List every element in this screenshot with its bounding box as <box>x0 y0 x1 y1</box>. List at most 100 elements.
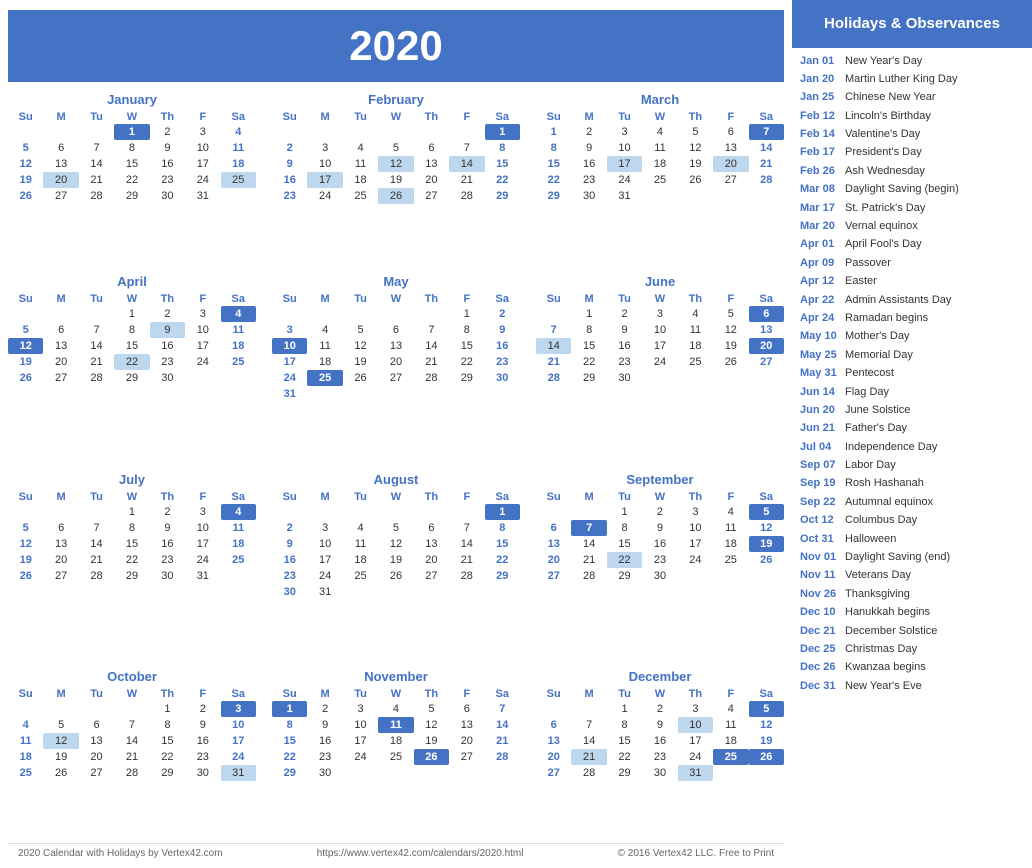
calendar-day: 7 <box>571 520 606 536</box>
calendar-day: 30 <box>185 765 220 781</box>
calendar-day <box>79 504 114 520</box>
calendar-day: 13 <box>414 536 449 552</box>
calendar-day: 4 <box>713 504 748 520</box>
calendar-day <box>79 124 114 140</box>
footer-left: 2020 Calendar with Holidays by Vertex42.… <box>18 848 223 859</box>
calendar-day <box>221 188 256 204</box>
calendar-day: 29 <box>272 765 307 781</box>
calendar-day: 27 <box>536 568 571 584</box>
holiday-item: Dec 10Hanukkah begins <box>800 605 1024 620</box>
calendar-day: 10 <box>272 338 307 354</box>
holidays-header: Holidays & Observances <box>792 0 1032 48</box>
day-header: W <box>378 292 413 306</box>
holiday-name: Thanksgiving <box>845 587 910 602</box>
calendar-day <box>378 124 413 140</box>
calendar-day <box>378 584 413 600</box>
calendar-day <box>272 306 307 322</box>
calendar-day: 10 <box>307 536 342 552</box>
calendar-day: 8 <box>485 140 520 156</box>
calendar-day: 19 <box>8 354 43 370</box>
calendar-day: 11 <box>221 322 256 338</box>
calendar-table: SuMTuWThFSa12345678910111213141516171819… <box>8 110 256 204</box>
calendar-day: 29 <box>150 765 185 781</box>
calendar-day <box>343 504 378 520</box>
calendar-day: 16 <box>150 156 185 172</box>
month-name: November <box>272 669 520 684</box>
calendar-day: 11 <box>221 520 256 536</box>
footer-center: https://www.vertex42.com/calendars/2020.… <box>317 848 524 859</box>
holiday-date: Dec 10 <box>800 605 845 620</box>
calendar-day: 25 <box>343 188 378 204</box>
calendar-day: 30 <box>150 568 185 584</box>
holiday-name: Mother's Day <box>845 329 909 344</box>
holiday-item: Dec 25Christmas Day <box>800 642 1024 657</box>
calendar-day <box>678 188 713 204</box>
calendar-table: SuMTuWThFSa12345678910111213141516171819… <box>536 110 784 204</box>
holiday-date: Jun 20 <box>800 403 845 418</box>
day-header: M <box>43 687 78 701</box>
holiday-item: Sep 19Rosh Hashanah <box>800 476 1024 491</box>
calendar-day: 30 <box>485 370 520 386</box>
calendar-day: 18 <box>713 733 748 749</box>
calendar-day <box>79 701 114 717</box>
day-header: Th <box>414 292 449 306</box>
day-header: M <box>307 110 342 124</box>
day-header: Tu <box>343 292 378 306</box>
calendar-day: 11 <box>343 156 378 172</box>
day-header: W <box>642 292 677 306</box>
holiday-item: Apr 12Easter <box>800 274 1024 289</box>
calendar-day: 23 <box>642 552 677 568</box>
holiday-item: Mar 17St. Patrick's Day <box>800 201 1024 216</box>
calendar-day: 17 <box>272 354 307 370</box>
calendar-day: 1 <box>114 124 149 140</box>
calendar-day <box>343 584 378 600</box>
calendar-day: 2 <box>607 306 642 322</box>
day-header: F <box>185 110 220 124</box>
calendar-day: 22 <box>485 172 520 188</box>
calendar-day: 14 <box>414 338 449 354</box>
calendar-day <box>449 765 484 781</box>
calendar-table: SuMTuWThFSa12345678910111213141516171819… <box>272 292 520 402</box>
calendar-day: 3 <box>307 140 342 156</box>
calendar-day: 23 <box>272 568 307 584</box>
day-header: W <box>114 687 149 701</box>
calendar-day: 28 <box>449 568 484 584</box>
calendar-day: 4 <box>221 124 256 140</box>
calendar-day: 13 <box>79 733 114 749</box>
calendar-day: 6 <box>43 322 78 338</box>
calendar-day: 6 <box>378 322 413 338</box>
calendar-day: 3 <box>221 701 256 717</box>
calendar-day: 28 <box>114 765 149 781</box>
calendar-day: 30 <box>642 568 677 584</box>
holiday-date: Feb 14 <box>800 127 845 142</box>
calendar-day: 7 <box>114 717 149 733</box>
calendar-day: 21 <box>114 749 149 765</box>
calendar-day: 10 <box>185 140 220 156</box>
calendar-day: 15 <box>114 156 149 172</box>
calendar-day: 19 <box>378 172 413 188</box>
day-header: W <box>642 687 677 701</box>
holiday-name: St. Patrick's Day <box>845 201 925 216</box>
calendar-day: 21 <box>749 156 784 172</box>
holiday-date: Oct 31 <box>800 532 845 547</box>
calendar-day: 30 <box>642 765 677 781</box>
calendar-day: 23 <box>571 172 606 188</box>
day-header: Sa <box>221 292 256 306</box>
day-header: Sa <box>485 292 520 306</box>
calendar-day: 14 <box>449 156 484 172</box>
holiday-item: Dec 31New Year's Eve <box>800 679 1024 694</box>
holiday-name: Christmas Day <box>845 642 917 657</box>
holiday-date: Dec 26 <box>800 660 845 675</box>
calendar-day: 4 <box>8 717 43 733</box>
holiday-name: Kwanzaa begins <box>845 660 926 675</box>
holiday-name: Independence Day <box>845 440 937 455</box>
calendar-day: 14 <box>536 338 571 354</box>
calendar-day: 2 <box>571 124 606 140</box>
calendar-day: 9 <box>307 717 342 733</box>
calendar-day: 20 <box>43 552 78 568</box>
calendar-day: 22 <box>114 172 149 188</box>
calendar-day: 9 <box>642 717 677 733</box>
calendar-day: 19 <box>749 536 784 552</box>
calendar-day: 15 <box>485 536 520 552</box>
calendar-day: 11 <box>642 140 677 156</box>
